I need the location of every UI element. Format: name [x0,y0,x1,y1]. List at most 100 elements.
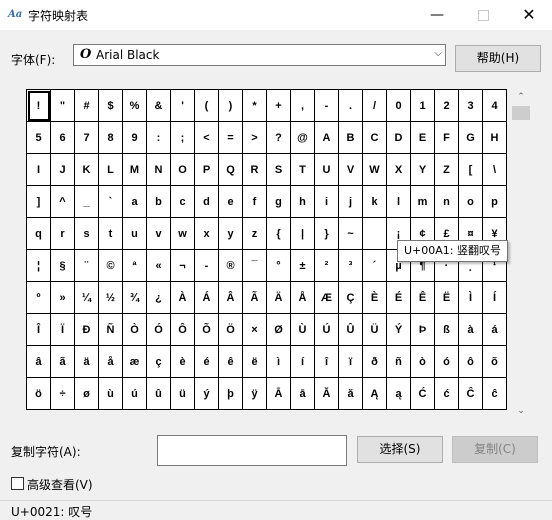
character-cell[interactable]: . [338,89,363,122]
character-cell[interactable]: ý [194,377,219,410]
character-cell[interactable]: & [146,89,171,122]
character-cell[interactable]: s [74,217,99,250]
character-cell[interactable]: " [50,89,75,122]
character-cell[interactable]: ¾ [122,281,147,314]
character-cell[interactable]: f [242,185,267,218]
character-cell[interactable]: # [74,89,99,122]
character-cell[interactable]: ñ [386,345,411,378]
character-cell[interactable]: » [50,281,75,314]
character-cell[interactable]: ú [122,377,147,410]
character-cell[interactable]: 6 [50,121,75,154]
scroll-down-icon[interactable]: ⌄ [509,403,533,419]
character-cell[interactable]: a [122,185,147,218]
character-cell[interactable]: ' [170,89,195,122]
character-cell[interactable]: 0 [386,89,411,122]
character-cell[interactable]: y [218,217,243,250]
character-cell[interactable]: ` [98,185,123,218]
character-cell[interactable]: 4 [482,89,507,122]
character-cell[interactable]: u [122,217,147,250]
character-cell[interactable]: ~ [338,217,363,250]
character-cell[interactable]: ¨ [74,249,99,282]
character-cell[interactable]: * [242,89,267,122]
character-cell[interactable]: ? [266,121,291,154]
character-cell[interactable]: ò [410,345,435,378]
character-cell[interactable]: ^ [50,185,75,218]
character-cell[interactable]: Í [482,281,507,314]
minimize-button[interactable]: — [414,0,460,30]
copy-characters-input[interactable] [157,435,347,466]
character-cell[interactable]: ± [290,249,315,282]
character-cell[interactable]: \ [482,153,507,186]
character-cell[interactable]: J [50,153,75,186]
character-cell[interactable]: ¯ [242,249,267,282]
character-cell[interactable]: U [314,153,339,186]
character-cell[interactable]: í [290,345,315,378]
character-cell[interactable]: ô [458,345,483,378]
character-cell[interactable]: ö [26,377,51,410]
character-cell[interactable]: Ú [314,313,339,346]
character-cell[interactable]: _ [74,185,99,218]
character-cell[interactable]: @ [290,121,315,154]
character-cell[interactable]: S [266,153,291,186]
character-cell[interactable]: - [314,89,339,122]
character-cell[interactable] [362,217,387,250]
character-cell[interactable]: ½ [98,281,123,314]
character-cell[interactable]: Z [434,153,459,186]
character-cell[interactable]: ù [98,377,123,410]
character-cell[interactable]: É [386,281,411,314]
character-cell[interactable]: © [98,249,123,282]
character-cell[interactable]: [ [458,153,483,186]
character-cell[interactable]: Ą [362,377,387,410]
character-cell[interactable]: « [146,249,171,282]
character-cell[interactable]: ç [146,345,171,378]
character-cell[interactable]: æ [122,345,147,378]
character-cell[interactable]: q [26,217,51,250]
character-cell[interactable]: ă [338,377,363,410]
character-cell[interactable]: þ [218,377,243,410]
character-cell[interactable]: > [242,121,267,154]
character-cell[interactable]: W [362,153,387,186]
character-cell[interactable]: ² [314,249,339,282]
character-cell[interactable]: C [362,121,387,154]
character-cell[interactable]: O [170,153,195,186]
character-cell[interactable]: ÷ [50,377,75,410]
select-button[interactable]: 选择(S) [357,436,443,463]
character-cell[interactable]: Ă [314,377,339,410]
character-cell[interactable]: d [194,185,219,218]
character-cell[interactable]: × [242,313,267,346]
character-cell[interactable]: R [242,153,267,186]
advanced-view-checkbox[interactable] [11,477,24,490]
character-cell[interactable]: I [26,153,51,186]
character-cell[interactable]: ÿ [242,377,267,410]
character-cell[interactable]: ā [290,377,315,410]
character-cell[interactable]: i [314,185,339,218]
character-cell[interactable]: î [314,345,339,378]
character-cell[interactable]: : [146,121,171,154]
character-cell[interactable]: z [242,217,267,250]
character-cell[interactable]: N [146,153,171,186]
character-cell[interactable]: º [26,281,51,314]
character-cell[interactable]: Á [194,281,219,314]
character-cell[interactable]: c [170,185,195,218]
character-cell[interactable]: ì [266,345,291,378]
character-cell[interactable]: E [410,121,435,154]
character-cell[interactable]: Å [290,281,315,314]
character-cell[interactable]: Ì [458,281,483,314]
character-cell[interactable]: Ð [74,313,99,346]
character-cell[interactable]: Q [218,153,243,186]
character-cell[interactable]: ĉ [482,377,507,410]
character-cell[interactable]: l [386,185,411,218]
character-cell[interactable]: Y [410,153,435,186]
character-cell[interactable]: å [98,345,123,378]
character-cell[interactable]: Ç [338,281,363,314]
character-cell[interactable]: Ĉ [458,377,483,410]
character-cell[interactable]: à [458,313,483,346]
character-cell[interactable]: Ö [218,313,243,346]
character-cell[interactable]: T [290,153,315,186]
character-cell[interactable]: m [410,185,435,218]
character-cell[interactable]: + [266,89,291,122]
character-cell[interactable]: ć [434,377,459,410]
character-cell[interactable]: ð [362,345,387,378]
character-cell[interactable]: Ä [266,281,291,314]
character-cell[interactable]: ¦ [26,249,51,282]
